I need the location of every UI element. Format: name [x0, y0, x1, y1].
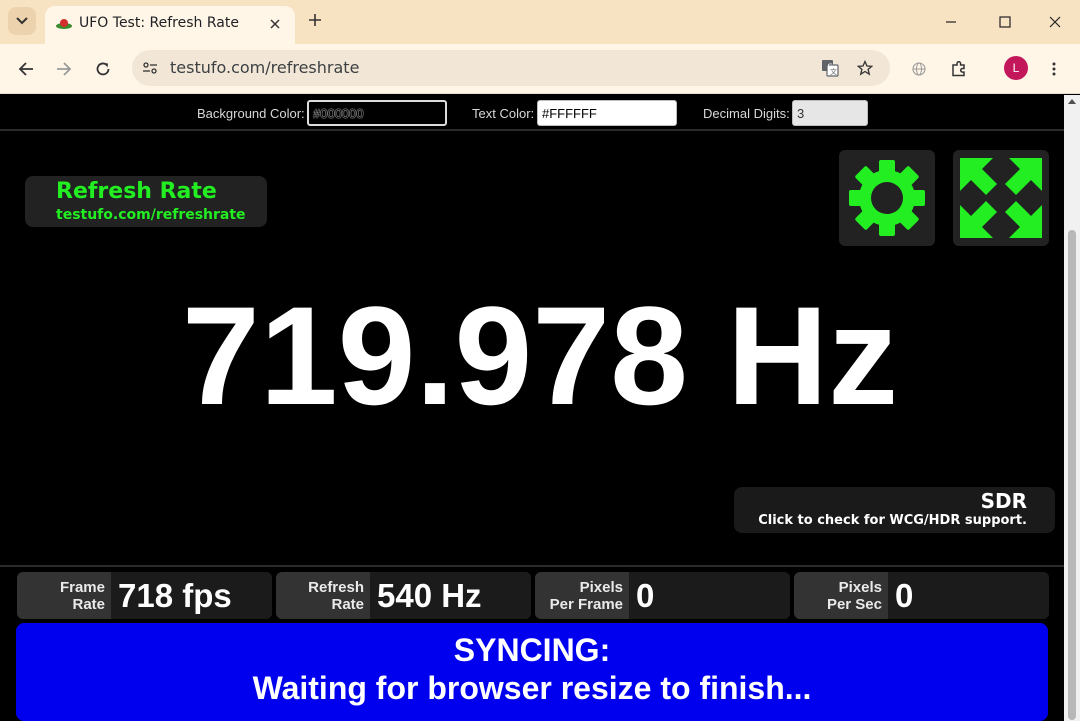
fullscreen-button[interactable]: [953, 150, 1049, 246]
tab-search-button[interactable]: [8, 7, 36, 35]
stats-divider: [0, 565, 1064, 567]
minimize-icon: [946, 21, 956, 23]
background-color-label: Background Color:: [197, 106, 305, 121]
scrollbar-thumb[interactable]: [1068, 230, 1076, 720]
back-button[interactable]: [11, 54, 41, 84]
star-icon: [857, 60, 873, 76]
tab-close-button[interactable]: [265, 14, 285, 34]
profile-avatar[interactable]: L: [1004, 56, 1028, 80]
arrow-right-icon: [57, 62, 72, 76]
stat-value: 0: [888, 572, 1049, 619]
stat-value: 718 fps: [111, 572, 272, 619]
stat-label-line-2: Per Sec: [826, 596, 882, 613]
new-tab-button[interactable]: [304, 9, 326, 31]
svg-text:文: 文: [830, 67, 837, 76]
stat-label-line-1: Pixels: [579, 579, 623, 596]
site-info-button[interactable]: [140, 58, 160, 78]
stat-label-line-1: Frame: [59, 579, 105, 596]
scroll-up-arrow-icon[interactable]: [1068, 99, 1076, 104]
stat-label-line-2: Rate: [72, 596, 105, 613]
reload-button[interactable]: [88, 54, 118, 84]
stat-label: Frame Rate: [17, 572, 111, 619]
stat-frame-rate: Frame Rate 718 fps: [17, 572, 272, 619]
page-viewport: Background Color: Text Color: Decimal Di…: [0, 95, 1064, 721]
maximize-button[interactable]: [991, 8, 1019, 36]
test-logo[interactable]: Refresh Rate testufo.com/refreshrate: [25, 176, 267, 227]
puzzle-icon: [952, 60, 965, 77]
sync-status-banner: SYNCING: Waiting for browser resize to f…: [16, 623, 1048, 721]
url-text: testufo.com/refreshrate: [170, 58, 360, 77]
page-scrollbar[interactable]: [1064, 95, 1080, 721]
translate-button[interactable]: G文: [819, 57, 841, 79]
stat-label: Pixels Per Frame: [535, 572, 629, 619]
plus-icon: [309, 14, 321, 26]
decimal-digits-input[interactable]: [792, 100, 868, 126]
hdr-check-text: Click to check for WCG/HDR support.: [758, 513, 1027, 528]
address-bar[interactable]: testufo.com/refreshrate G文: [132, 50, 890, 86]
extensions-button[interactable]: [946, 56, 972, 82]
minimize-button[interactable]: [937, 8, 965, 36]
hdr-check-button[interactable]: SDR Click to check for WCG/HDR support.: [734, 487, 1055, 533]
stat-pixels-per-frame: Pixels Per Frame 0: [535, 572, 790, 619]
display-controls: Background Color: Text Color: Decimal Di…: [0, 95, 1064, 131]
text-color-label: Text Color:: [472, 106, 535, 121]
stat-label-line-1: Refresh: [308, 579, 364, 596]
close-window-button[interactable]: [1041, 8, 1069, 36]
ufo-favicon-icon: [56, 19, 72, 29]
globe-icon: [912, 62, 926, 76]
more-vert-icon: [1052, 62, 1056, 76]
stat-pixels-per-sec: Pixels Per Sec 0: [794, 572, 1049, 619]
logo-url: testufo.com/refreshrate: [56, 207, 246, 223]
settings-button[interactable]: [839, 150, 935, 246]
close-icon: [1049, 16, 1061, 28]
forward-button[interactable]: [49, 54, 79, 84]
decimal-digits-label: Decimal Digits:: [703, 106, 790, 121]
expand-arrows-icon: [960, 158, 1042, 238]
arrow-left-icon: [18, 62, 33, 76]
bookmark-button[interactable]: [854, 57, 876, 79]
refresh-rate-reading: 719.978 Hz: [181, 277, 899, 434]
stat-label: Pixels Per Sec: [794, 572, 888, 619]
stat-label-line-2: Per Frame: [549, 596, 623, 613]
gear-icon: [849, 160, 925, 236]
maximize-icon: [999, 16, 1011, 28]
stat-label-line-2: Rate: [331, 596, 364, 613]
stat-label: Refresh Rate: [276, 572, 370, 619]
background-color-input[interactable]: [307, 100, 447, 126]
stat-value: 540 Hz: [370, 572, 531, 619]
translate-icon: G文: [822, 60, 839, 77]
vpn-extension-button[interactable]: [906, 56, 932, 82]
reload-icon: [96, 62, 110, 76]
stat-value: 0: [629, 572, 790, 619]
close-icon: [270, 19, 280, 29]
sdr-label: SDR: [980, 489, 1027, 513]
browser-menu-button[interactable]: [1041, 56, 1067, 82]
tab-strip: UFO Test: Refresh Rate: [0, 0, 1080, 44]
stat-refresh-rate: Refresh Rate 540 Hz: [276, 572, 531, 619]
text-color-input[interactable]: [537, 100, 677, 126]
sync-status-title: SYNCING:: [453, 632, 611, 668]
active-tab[interactable]: UFO Test: Refresh Rate: [45, 6, 295, 44]
browser-toolbar: testufo.com/refreshrate G文 L: [0, 44, 1080, 94]
sync-status-message: Waiting for browser resize to finish...: [252, 670, 812, 706]
chevron-down-icon: [16, 17, 28, 25]
tab-title: UFO Test: Refresh Rate: [79, 15, 239, 31]
tune-icon: [143, 62, 157, 74]
stat-label-line-1: Pixels: [838, 579, 882, 596]
logo-title: Refresh Rate: [56, 179, 217, 204]
